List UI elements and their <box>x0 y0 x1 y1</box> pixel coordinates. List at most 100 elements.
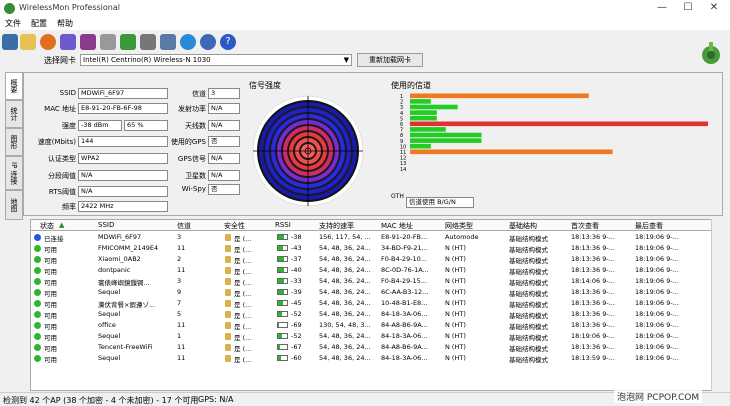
gps-signal-value: N/A <box>208 153 240 164</box>
cell-last: 18:19:06 9-... <box>635 277 679 285</box>
cell-last: 18:19:06 9-... <box>635 266 679 274</box>
cell-security: 是 (... <box>234 301 252 309</box>
lock-icon <box>225 267 231 274</box>
cell-infra: 基础结构模式 <box>509 257 548 265</box>
cell-security: 是 (... <box>234 268 252 276</box>
cell-channel: 2 <box>177 255 182 263</box>
table-row[interactable]: 可用 Xiaomi_0AB2 2 是 (... -37 54, 48, 36, 24...… <box>31 254 720 265</box>
rssi-bar <box>277 267 288 273</box>
cell-security: 是 (... <box>234 312 252 320</box>
table-row[interactable]: 可用 Tencent-FreeWiFi 11 是 (... -67 54, 48, 36,… <box>31 342 720 353</box>
cell-ssid: MDWiFi_6F97 <box>98 233 142 241</box>
table-row[interactable]: 可用 Sequel 9 是 (... -39 54, 48, 36, 24... 6C-AA… <box>31 287 720 298</box>
menu-file[interactable]: 文件 <box>0 17 26 30</box>
record-icon[interactable] <box>40 34 56 50</box>
cell-ssid: FMICOMM_2149E4 <box>98 244 159 252</box>
cell-first: 18:14:06 9-... <box>571 277 615 285</box>
cell-rssi: -52 <box>291 332 302 340</box>
freq-label: 频率 <box>62 203 76 211</box>
mac-label: MAC 地址 <box>44 105 76 113</box>
column-header[interactable]: SSID <box>98 221 114 229</box>
column-header[interactable]: 首次查看 <box>571 221 599 231</box>
rssi-bar-fill <box>278 246 283 250</box>
menu-help[interactable]: 帮助 <box>52 17 78 30</box>
table-row[interactable]: 可用 Sequel 5 是 (... -52 54, 48, 36, 24... 84-18… <box>31 309 720 320</box>
settings-icon[interactable] <box>140 34 156 50</box>
cell-channel: 11 <box>177 321 186 329</box>
close-button[interactable]: ✕ <box>702 2 726 13</box>
cell-first: 18:13:36 9-... <box>571 233 615 241</box>
table-row[interactable]: 已连接 MDWiFi_6F97 3 是 (... -38 156, 117, 54, ..… <box>31 232 720 243</box>
lock-icon <box>225 355 231 362</box>
table-row[interactable]: 可用 瀵伏背餐×鍜遵ゾ... 7 是 (... -45 54, 48, 36, 24...… <box>31 298 720 309</box>
print-icon[interactable] <box>100 34 116 50</box>
table-row[interactable]: 可用 FMICOMM_2149E4 11 是 (... -43 54, 48, 36, 2… <box>31 243 720 254</box>
channel-usage-select[interactable]: 信道使用 B/G/N <box>406 197 474 208</box>
cell-nettype: N (HT) <box>445 310 466 318</box>
column-header[interactable]: 状态 <box>40 221 54 231</box>
menu-config[interactable]: 配置 <box>26 17 52 30</box>
cell-status: 可用 <box>44 334 57 342</box>
gps-used-value: 否 <box>208 136 240 147</box>
table-row[interactable]: 可用 office 11 是 (... -69 130, 54, 48, 3... 84-A… <box>31 320 720 331</box>
cell-mac: F0-B4-29-10... <box>381 255 428 263</box>
column-header[interactable]: 基础结构 <box>509 221 537 231</box>
table-row[interactable]: 可用 dontpanic 11 是 (... -40 54, 48, 36, 24... 8… <box>31 265 720 276</box>
lock-icon <box>225 344 231 351</box>
cell-ssid: Sequel <box>98 288 121 296</box>
maximize-button[interactable]: ☐ <box>676 2 700 13</box>
column-header[interactable]: 网络类型 <box>445 221 473 231</box>
minimize-button[interactable]: — <box>650 2 674 13</box>
cell-rates: 54, 48, 36, 24... <box>319 299 371 307</box>
table-row[interactable]: 可用 Sequel 11 是 (... -60 54, 48, 36, 24... 84-1… <box>31 353 720 364</box>
column-header[interactable]: 支持的速率 <box>319 221 354 231</box>
help-icon[interactable]: ? <box>220 34 236 50</box>
cell-rates: 54, 48, 36, 24... <box>319 332 371 340</box>
cell-rssi: -39 <box>291 288 302 296</box>
app-icon <box>4 3 15 14</box>
rssi-bar <box>277 278 288 284</box>
lock-icon <box>225 234 231 241</box>
info-icon[interactable] <box>160 34 176 50</box>
rssi-bar <box>277 245 288 251</box>
cell-last: 18:19:06 9-... <box>635 244 679 252</box>
cell-mac: 84-18-3A-06... <box>381 332 428 340</box>
cell-first: 18:13:36 9-... <box>571 310 615 318</box>
column-header[interactable]: 最后查看 <box>635 221 663 231</box>
cell-first: 18:13:36 9-... <box>571 343 615 351</box>
adapter-select[interactable]: Intel(R) Centrino(R) Wireless-N 1030 ▼ <box>80 54 352 66</box>
channel-bar <box>410 115 437 121</box>
save-icon[interactable] <box>2 34 18 50</box>
column-header[interactable]: 信道 <box>177 221 191 231</box>
reload-adapter-button[interactable]: 重新加载网卡 <box>357 53 423 67</box>
cell-nettype: N (HT) <box>445 288 466 296</box>
table-row[interactable]: 可用 Sequel 1 是 (... -52 54, 48, 36, 24... 84-18… <box>31 331 720 342</box>
cell-rates: 54, 48, 36, 24... <box>319 354 371 362</box>
column-header[interactable]: RSSI <box>275 221 291 229</box>
column-header[interactable]: MAC 地址 <box>381 221 413 231</box>
column-header[interactable]: 安全性 <box>224 221 245 231</box>
auth-label: 认证类型 <box>48 155 76 163</box>
cell-rssi: -43 <box>291 244 302 252</box>
signal-radar <box>252 95 364 207</box>
network-icon[interactable] <box>60 34 76 50</box>
cell-nettype: N (HT) <box>445 332 466 340</box>
cell-status: 可用 <box>44 290 57 298</box>
status-dot-icon <box>34 300 41 307</box>
cell-rates: 54, 48, 36, 24... <box>319 310 371 318</box>
open-folder-icon[interactable] <box>20 34 36 50</box>
rssi-bar-fill <box>278 235 284 239</box>
export-icon[interactable] <box>120 34 136 50</box>
table-scrollbar[interactable] <box>711 219 721 391</box>
cell-security: 是 (... <box>234 257 252 265</box>
ssid-label: SSID <box>59 89 76 97</box>
cell-ssid: Sequel <box>98 310 121 318</box>
rssi-bar <box>277 333 288 339</box>
table-row[interactable]: 可用 寰俵峰嶼鏡鏁锕... 3 是 (... -33 54, 48, 36, 24... F… <box>31 276 720 287</box>
globe-icon[interactable] <box>180 34 196 50</box>
cell-rates: 54, 48, 36, 24... <box>319 288 371 296</box>
web-icon[interactable] <box>200 34 216 50</box>
strength-label: 强度 <box>62 122 76 130</box>
ap-table: 状态 SSID 信道 安全性 RSSI 支持的速率 MAC 地址 网络类型 基础结构 首次查看 最后… <box>30 219 721 391</box>
computers-icon[interactable] <box>80 34 96 50</box>
